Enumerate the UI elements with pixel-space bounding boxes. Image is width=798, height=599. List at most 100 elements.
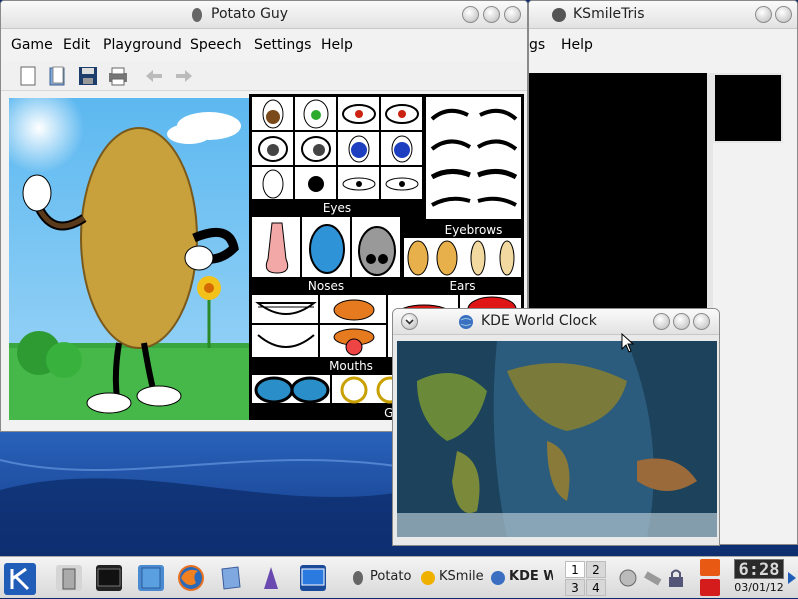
- potato-app-icon: [192, 8, 202, 22]
- shade-button[interactable]: [462, 6, 479, 23]
- network-tray-icon[interactable]: [642, 567, 664, 589]
- globe-task-icon: [491, 571, 505, 585]
- desktop-launcher[interactable]: [300, 565, 326, 591]
- logout-button[interactable]: [700, 579, 720, 596]
- mouse-cursor-icon: [621, 333, 635, 353]
- maximize-button[interactable]: [775, 6, 792, 23]
- left-shoe: [86, 392, 132, 414]
- potato-scene: [9, 98, 249, 420]
- task-ksmile[interactable]: KSmile: [439, 569, 485, 584]
- world-clock-titlebar[interactable]: KDE World Clock: [393, 309, 719, 335]
- wizard-launcher[interactable]: [258, 565, 284, 591]
- terminal-launcher[interactable]: [96, 565, 122, 591]
- eye-part-2[interactable]: [294, 96, 337, 131]
- eye-part-1[interactable]: [251, 96, 294, 131]
- globe-icon: [459, 315, 473, 329]
- nose-gray-icon: [358, 226, 396, 276]
- ksmiletris-title: KSmileTris: [573, 6, 645, 22]
- nose-pink-icon: [265, 222, 289, 274]
- eye-blank-icon: [262, 169, 284, 199]
- kde-logo-icon: [10, 567, 30, 591]
- world-clock-title: KDE World Clock: [481, 313, 597, 329]
- ksmiletris-titlebar[interactable]: KSmileTris: [529, 1, 797, 29]
- maximize-button[interactable]: [673, 313, 690, 330]
- mouth-part-3[interactable]: [251, 324, 319, 358]
- eye-part-9[interactable]: [251, 166, 294, 200]
- pager-desktop-1[interactable]: 1: [565, 561, 585, 578]
- mouth-part-4[interactable]: [319, 324, 387, 358]
- task-potato[interactable]: Potato: [370, 569, 414, 584]
- menu-speech[interactable]: Speech: [190, 37, 242, 53]
- ears-panel[interactable]: [403, 237, 522, 278]
- menu-settings[interactable]: Settings: [254, 37, 311, 53]
- potato-titlebar[interactable]: Potato Guy: [1, 1, 527, 29]
- menu-edit[interactable]: Edit: [63, 37, 90, 53]
- eye-part-3[interactable]: [337, 96, 380, 131]
- eyebrows-icon: [430, 108, 518, 207]
- print-icon[interactable]: [107, 65, 129, 87]
- eye-part-8[interactable]: [380, 131, 423, 166]
- minimize-button[interactable]: [653, 313, 670, 330]
- office-launcher[interactable]: [218, 565, 244, 591]
- maximize-button[interactable]: [483, 6, 500, 23]
- menu-playground[interactable]: Playground: [103, 37, 182, 53]
- eye-dot-icon: [308, 176, 324, 192]
- taskbar-expand-arrow-icon[interactable]: [787, 571, 797, 585]
- open-folder-icon[interactable]: [47, 65, 69, 87]
- ears-icon: [407, 240, 515, 276]
- undo-icon[interactable]: [143, 65, 165, 87]
- kde-menu-button[interactable]: [4, 563, 36, 595]
- lock-screen-button[interactable]: [700, 559, 720, 576]
- mouth-part-1[interactable]: [251, 294, 319, 324]
- pager-desktop-4[interactable]: 4: [586, 579, 606, 596]
- task-kde-world-clock[interactable]: KDE W: [509, 569, 553, 584]
- menu-settings-partial[interactable]: gs: [529, 37, 545, 53]
- firefox-icon: [180, 567, 202, 589]
- nose-part-2[interactable]: [301, 216, 351, 278]
- nose-part-3[interactable]: [351, 216, 401, 278]
- redo-icon[interactable]: [173, 65, 195, 87]
- potato-task-icon: [353, 571, 363, 585]
- menu-help[interactable]: Help: [321, 37, 353, 53]
- eye-part-5[interactable]: [251, 131, 294, 166]
- eye-brown-icon: [262, 99, 284, 129]
- eye-part-10[interactable]: [294, 166, 337, 200]
- disk-tray-icon[interactable]: [617, 567, 639, 589]
- eye-part-7[interactable]: [337, 131, 380, 166]
- new-file-icon[interactable]: [17, 65, 39, 87]
- menu-help[interactable]: Help: [561, 37, 593, 53]
- eye-part-6[interactable]: [294, 131, 337, 166]
- world-map[interactable]: [397, 341, 717, 537]
- right-shoe: [136, 385, 182, 407]
- menu-game[interactable]: Game: [11, 37, 53, 53]
- goodie-part-1[interactable]: [251, 374, 331, 404]
- lock-tray-icon[interactable]: [667, 567, 685, 589]
- eye-part-11[interactable]: [337, 166, 380, 200]
- pager-desktop-3[interactable]: 3: [565, 579, 585, 596]
- pager-desktop-2[interactable]: 2: [586, 561, 606, 578]
- eye-narrow-2-icon: [385, 177, 419, 191]
- eye-gray-2-icon: [301, 136, 331, 162]
- eye-part-4[interactable]: [380, 96, 423, 131]
- eye-blue-right-icon: [391, 135, 413, 163]
- file-cabinet-icon: [141, 567, 161, 589]
- eye-part-12[interactable]: [380, 166, 423, 200]
- nose-part-1[interactable]: [251, 216, 301, 278]
- eyebrows-panel[interactable]: [425, 96, 522, 220]
- file-manager-launcher[interactable]: [138, 565, 164, 591]
- mouth-part-2[interactable]: [319, 294, 387, 324]
- save-icon[interactable]: [77, 65, 99, 87]
- trash-launcher[interactable]: [56, 565, 82, 591]
- close-button[interactable]: [693, 313, 710, 330]
- clock-date: 03/01/12: [734, 581, 784, 594]
- smiley-app-icon: [552, 8, 566, 22]
- section-label-ears: Ears: [403, 279, 522, 293]
- window-menu-button[interactable]: [401, 313, 418, 330]
- close-button[interactable]: [504, 6, 521, 23]
- playground-canvas[interactable]: [9, 98, 249, 420]
- eye-narrow-icon: [342, 177, 376, 191]
- firefox-launcher[interactable]: [178, 565, 204, 591]
- clock-widget[interactable]: 6:28 03/01/12: [730, 557, 786, 599]
- nose-blue-icon: [309, 224, 345, 274]
- minimize-button[interactable]: [755, 6, 772, 23]
